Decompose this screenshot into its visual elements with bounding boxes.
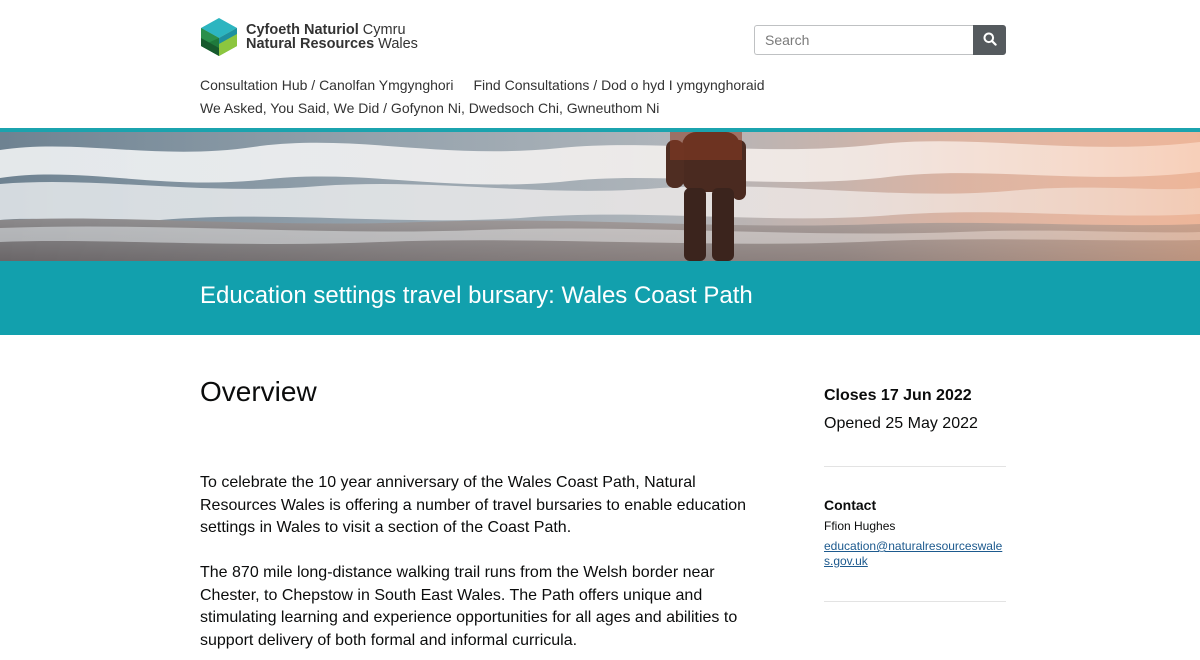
overview-heading: Overview — [200, 376, 317, 407]
opening-date: Opened 25 May 2022 — [824, 415, 978, 432]
contact-name: Ffion Hughes — [824, 519, 896, 533]
closing-date: Closes 17 Jun 2022 — [824, 387, 972, 404]
overview-paragraph-1: To celebrate the 10 year anniversary of … — [200, 474, 747, 536]
logo-english-light: Wales — [374, 36, 418, 52]
site-header: Cyfoeth Naturiol Cymru Natural Resources… — [0, 0, 1200, 128]
nrw-logo-icon — [199, 18, 239, 56]
nav-link-we-asked[interactable]: We Asked, You Said, We Did / Gofynon Ni,… — [200, 97, 659, 120]
search-icon — [983, 32, 997, 49]
nav-row-1: Consultation Hub / Canolfan Ymgynghori F… — [200, 74, 1000, 97]
consultation-sidebar: Closes 17 Jun 2022 Opened 25 May 2022 Co… — [824, 383, 1006, 602]
nav-link-consultation-hub[interactable]: Consultation Hub / Canolfan Ymgynghori — [200, 74, 453, 97]
sidebar-divider — [824, 466, 1006, 467]
main-nav: Consultation Hub / Canolfan Ymgynghori F… — [200, 74, 1000, 120]
nav-row-2: We Asked, You Said, We Did / Gofynon Ni,… — [200, 97, 1000, 120]
search-button[interactable] — [973, 25, 1006, 55]
site-logo[interactable]: Cyfoeth Naturiol Cymru Natural Resources… — [199, 18, 418, 56]
search-form — [754, 25, 1006, 55]
contact-email-link[interactable]: education@naturalresourceswales.gov.uk — [824, 539, 1006, 569]
logo-english-bold: Natural Resources — [246, 36, 375, 52]
page-title-banner: Education settings travel bursary: Wales… — [0, 261, 1200, 335]
page-title: Education settings travel bursary: Wales… — [200, 282, 753, 309]
overview-paragraph-2: The 870 mile long-distance walking trail… — [200, 564, 738, 649]
sidebar-divider-bottom — [824, 601, 1006, 602]
contact-heading: Contact — [824, 497, 877, 513]
main-content: Overview To celebrate the 10 year annive… — [200, 372, 760, 649]
logo-wordmark: Cyfoeth Naturiol Cymru Natural Resources… — [246, 23, 418, 52]
nav-link-find-consultations[interactable]: Find Consultations / Dod o hyd I ymgyngh… — [473, 74, 764, 97]
hero-banner-image — [0, 132, 1200, 261]
search-input[interactable] — [754, 25, 973, 55]
